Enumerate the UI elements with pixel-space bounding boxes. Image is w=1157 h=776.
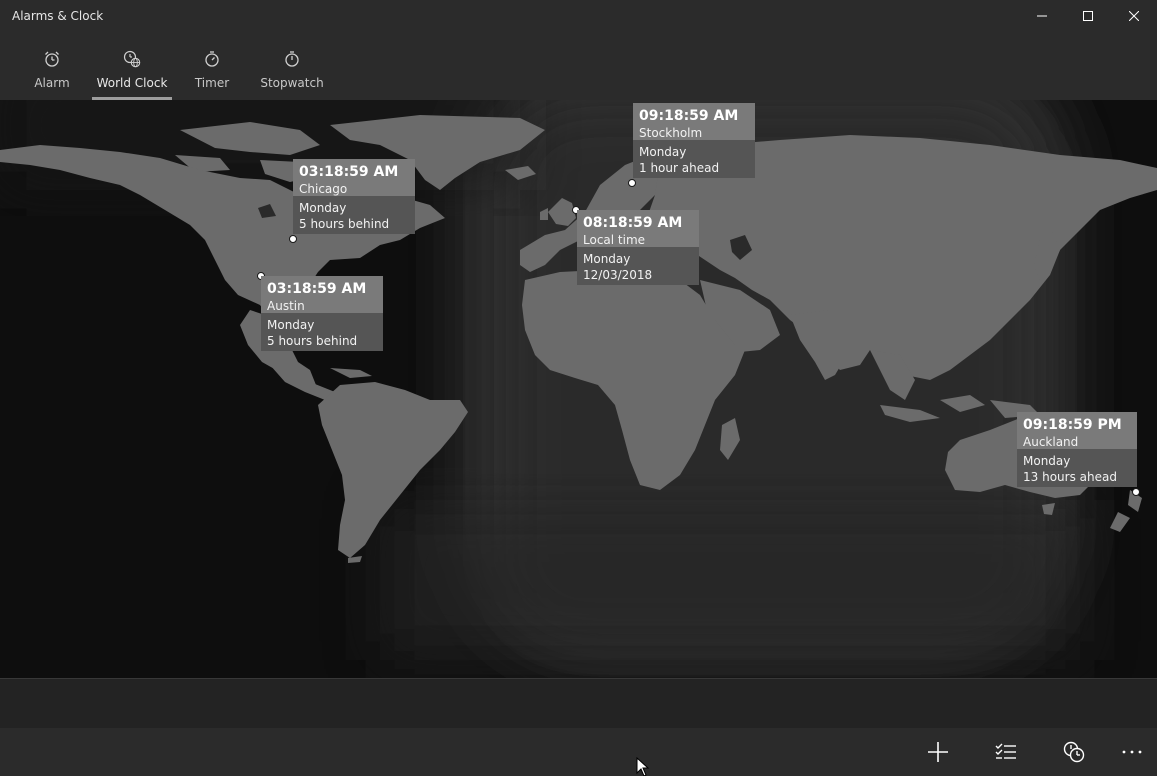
clock-time: 09:18:59 AM: [639, 108, 739, 124]
clock-city: Local time: [583, 233, 646, 247]
world-map[interactable]: 09:18:59 AM Stockholm Monday 1 hour ahea…: [0, 100, 1157, 678]
tab-alarm-label: Alarm: [34, 76, 70, 90]
tab-stopwatch-label: Stopwatch: [260, 76, 324, 90]
clock-card-details: Monday 13 hours ahead: [1017, 449, 1137, 487]
compare-clocks-icon: [1063, 741, 1085, 763]
clock-time: 03:18:59 AM: [299, 164, 399, 180]
clock-card-header: 08:18:59 AM Local time: [577, 210, 699, 247]
clock-difference: 1 hour ahead: [639, 161, 720, 175]
clock-card-auckland[interactable]: 09:18:59 PM Auckland Monday 13 hours ahe…: [1017, 412, 1137, 487]
world-clock-icon: [123, 50, 141, 68]
minimize-button[interactable]: [1019, 0, 1065, 32]
stopwatch-icon: [285, 51, 299, 67]
clock-city: Stockholm: [639, 126, 703, 140]
tab-world-clock-label: World Clock: [96, 76, 168, 90]
pin-chicago[interactable]: [289, 235, 297, 243]
clock-city: Austin: [267, 299, 305, 313]
clock-difference: 5 hours behind: [299, 217, 390, 231]
clock-card-details: Monday 12/03/2018: [577, 247, 699, 285]
app-window: Alarms & Clock Alarm World Clock Timer S…: [0, 0, 1157, 776]
maximize-button[interactable]: [1065, 0, 1111, 32]
clock-card-header: 03:18:59 AM Austin: [261, 276, 383, 313]
add-button[interactable]: [918, 736, 958, 768]
close-icon: [1129, 11, 1139, 21]
mouse-cursor-icon: [636, 757, 650, 776]
clock-card-header: 09:18:59 AM Stockholm: [633, 103, 755, 140]
clock-time: 09:18:59 PM: [1023, 417, 1122, 433]
clock-time: 03:18:59 AM: [267, 281, 367, 297]
select-list-icon: [995, 743, 1016, 759]
timer-icon: [205, 51, 219, 67]
clock-day: Monday: [267, 318, 315, 332]
tab-stopwatch[interactable]: Stopwatch: [260, 34, 324, 100]
app-title: Alarms & Clock: [12, 9, 104, 23]
clock-time: 08:18:59 AM: [583, 215, 683, 231]
clock-card-details: Monday 1 hour ahead: [633, 140, 755, 178]
clock-card-header: 09:18:59 PM Auckland: [1017, 412, 1137, 449]
more-icon: [1122, 750, 1142, 754]
clock-difference: 13 hours ahead: [1023, 470, 1117, 484]
clock-city: Auckland: [1023, 435, 1079, 449]
clock-card-austin[interactable]: 03:18:59 AM Austin Monday 5 hours behind: [261, 276, 383, 351]
clock-city: Chicago: [299, 182, 348, 196]
nav-tabs: Alarm World Clock Timer Stopwatch: [0, 34, 1157, 100]
clock-day: Monday: [639, 145, 687, 159]
pin-stockholm[interactable]: [628, 179, 636, 187]
title-bar[interactable]: Alarms & Clock: [0, 0, 1157, 34]
more-button[interactable]: [1112, 736, 1152, 768]
tab-timer-label: Timer: [194, 76, 230, 90]
clock-date: 12/03/2018: [583, 268, 653, 282]
clock-day: Monday: [1023, 454, 1071, 468]
compare-button[interactable]: [1054, 736, 1094, 768]
clock-card-chicago[interactable]: 03:18:59 AM Chicago Monday 5 hours behin…: [293, 159, 415, 234]
alarm-clock-icon: [45, 51, 59, 67]
world-map-graphic: [0, 100, 1157, 678]
clock-card-stockholm[interactable]: 09:18:59 AM Stockholm Monday 1 hour ahea…: [633, 103, 755, 178]
tab-timer[interactable]: Timer: [194, 34, 230, 100]
close-button[interactable]: [1111, 0, 1157, 32]
tab-alarm[interactable]: Alarm: [30, 34, 74, 100]
clock-day: Monday: [583, 252, 631, 266]
select-button[interactable]: [986, 736, 1026, 768]
pin-auckland[interactable]: [1132, 488, 1140, 496]
add-icon: [928, 742, 948, 762]
command-bar: [0, 728, 1157, 776]
clock-card-details: Monday 5 hours behind: [261, 313, 383, 351]
clock-card-local[interactable]: 08:18:59 AM Local time Monday 12/03/2018: [577, 210, 699, 285]
clock-day: Monday: [299, 201, 347, 215]
clock-difference: 5 hours behind: [267, 334, 358, 348]
bottom-spacer: [0, 678, 1157, 729]
minimize-icon: [1037, 15, 1047, 17]
tab-world-clock[interactable]: World Clock: [92, 34, 172, 100]
clock-card-header: 03:18:59 AM Chicago: [293, 159, 415, 196]
clock-card-details: Monday 5 hours behind: [293, 196, 415, 234]
maximize-icon: [1083, 11, 1093, 21]
